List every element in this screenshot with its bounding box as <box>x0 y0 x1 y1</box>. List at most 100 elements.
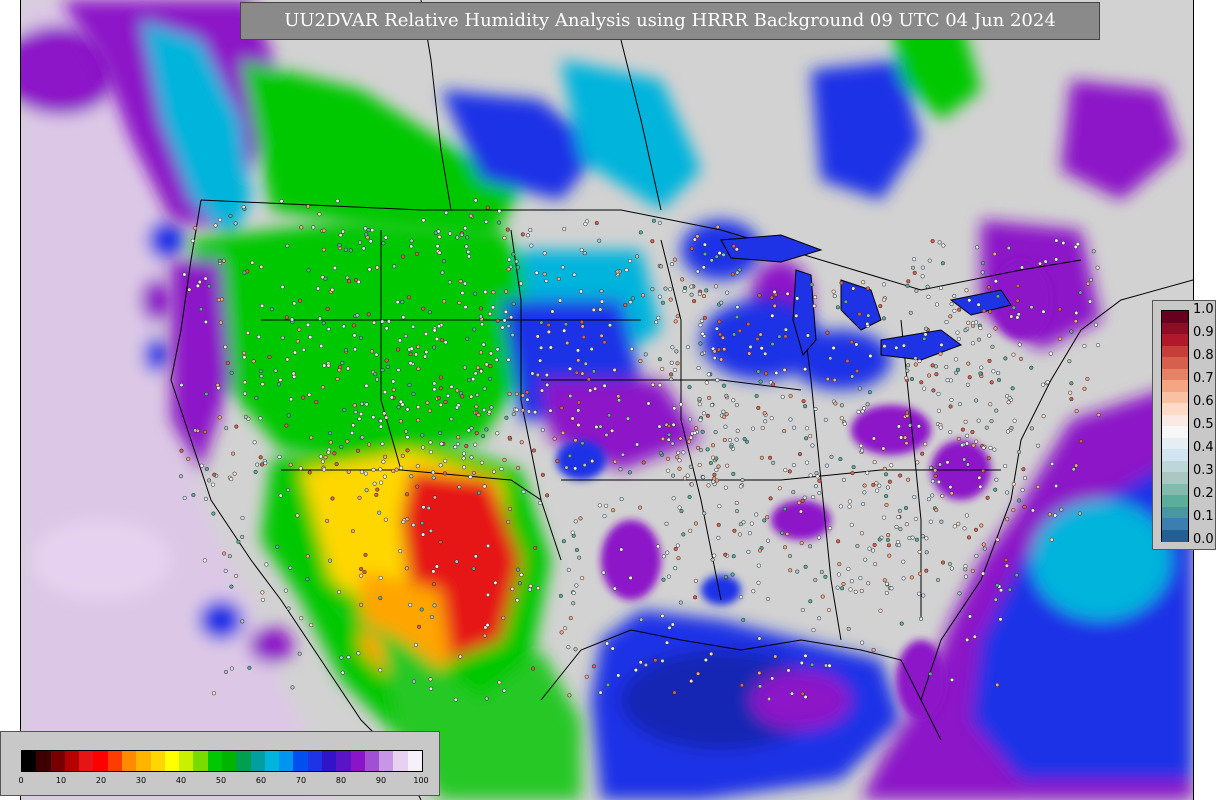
observation-dot <box>534 270 539 275</box>
observation-dot <box>432 328 437 333</box>
observation-dot <box>839 416 844 421</box>
observation-dot <box>928 465 934 470</box>
observation-dot <box>808 433 813 439</box>
observation-dot <box>786 668 791 673</box>
observation-dot <box>618 467 623 472</box>
observation-dot <box>468 213 473 218</box>
observation-dot <box>746 322 751 327</box>
observation-dot <box>660 436 665 441</box>
observation-dot <box>803 404 808 409</box>
observation-dot <box>965 462 970 467</box>
observation-dot <box>641 460 646 465</box>
observation-dot <box>669 262 675 267</box>
observation-dot <box>507 257 512 262</box>
ratio-colorbar-segment <box>1162 311 1188 323</box>
observation-dot <box>934 302 940 307</box>
observation-dot <box>507 435 512 440</box>
observation-dot <box>782 545 788 550</box>
observation-dot <box>505 227 510 232</box>
rh-colorbar-segment <box>50 751 66 771</box>
observation-dot <box>305 322 311 327</box>
observation-dot <box>241 204 246 210</box>
observation-dot <box>485 205 490 210</box>
observation-dot <box>1096 412 1101 417</box>
observation-dot <box>748 344 753 349</box>
observation-dot <box>319 344 324 349</box>
observation-dot <box>938 285 943 291</box>
observation-dot <box>737 532 743 537</box>
observation-dot <box>770 313 775 318</box>
observation-dot <box>774 370 779 376</box>
observation-dot <box>583 361 588 366</box>
observation-dot <box>871 436 876 441</box>
observation-dot <box>610 646 615 651</box>
observation-dot <box>923 332 928 337</box>
observation-dot <box>995 294 1001 299</box>
observation-dot <box>979 523 984 528</box>
observation-dot <box>994 408 999 413</box>
observation-dot <box>825 330 830 335</box>
observation-dot <box>913 516 918 521</box>
observation-dot <box>678 402 683 407</box>
observation-dot <box>896 424 901 429</box>
observation-dot <box>454 559 459 564</box>
ratio-tick-label: 0.5 <box>1193 417 1214 432</box>
observation-dot <box>396 368 401 373</box>
observation-dot <box>676 450 681 455</box>
observation-dot <box>328 558 333 563</box>
observation-dot <box>1082 386 1087 391</box>
observation-dot <box>988 309 993 314</box>
observation-dot <box>447 280 452 285</box>
observation-dot <box>813 295 818 300</box>
observation-dot <box>1003 557 1009 563</box>
observation-dot <box>670 441 675 446</box>
observation-dot <box>956 521 961 526</box>
observation-dot <box>845 359 850 364</box>
observation-dot <box>981 308 987 313</box>
observation-dot <box>458 654 463 659</box>
ratio-colorbar-segment <box>1162 483 1188 496</box>
observation-dot <box>804 426 809 431</box>
rh-tick-label: 20 <box>95 776 107 785</box>
observation-dot <box>849 579 854 584</box>
observation-dot <box>630 296 635 301</box>
observation-dot <box>353 410 358 415</box>
observation-dot <box>571 590 576 596</box>
observation-dot <box>374 352 379 357</box>
observation-dot <box>712 356 717 361</box>
observation-dot <box>576 400 581 405</box>
observation-dot <box>1023 476 1028 481</box>
observation-dot <box>901 576 906 581</box>
observation-dot <box>576 408 581 413</box>
observation-dot <box>373 372 378 377</box>
observation-dot <box>318 454 323 459</box>
observation-dot <box>675 314 680 319</box>
observation-dot <box>917 359 922 364</box>
observation-dot <box>945 378 950 383</box>
observation-dot <box>981 445 986 450</box>
observation-dot <box>578 516 583 521</box>
observation-dot <box>321 247 326 252</box>
observation-dot <box>321 321 326 326</box>
observation-dot <box>604 432 609 438</box>
rh-tick-label: 70 <box>295 776 307 785</box>
observation-dot <box>894 524 899 529</box>
observation-dot <box>251 359 256 364</box>
observation-dot <box>299 225 304 230</box>
observation-dot <box>734 402 739 408</box>
observation-dot <box>362 569 367 575</box>
observation-dot <box>432 387 437 392</box>
observation-dot <box>926 497 931 502</box>
observation-dot <box>288 565 293 570</box>
observation-dot <box>1018 356 1024 361</box>
observation-dot <box>431 569 436 574</box>
observation-dot <box>856 409 861 414</box>
observation-dot <box>857 312 862 317</box>
observation-dot <box>285 487 291 493</box>
observation-dot <box>995 583 1000 588</box>
observation-dot <box>561 539 566 544</box>
observation-dot <box>482 407 487 413</box>
observation-dot <box>598 307 603 312</box>
observation-dot <box>589 347 594 352</box>
rh-colorbar-segment <box>207 751 223 771</box>
